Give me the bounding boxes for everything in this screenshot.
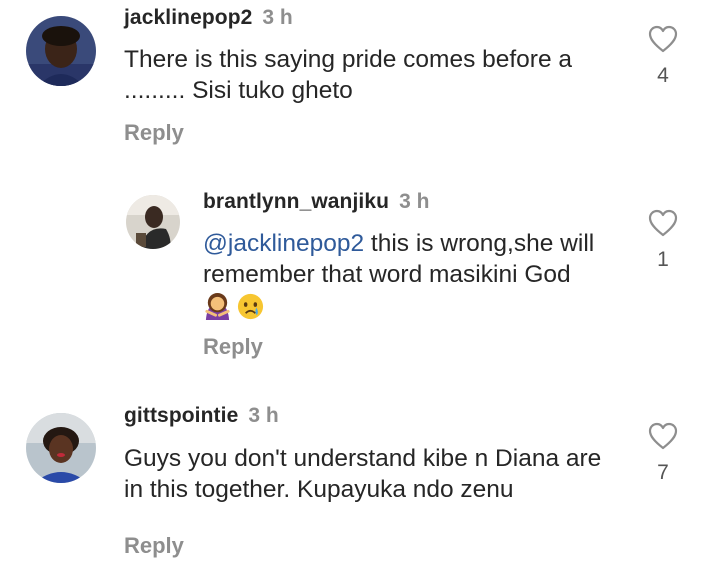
comment-meta: brantlynn_wanjiku 3 h — [203, 190, 429, 214]
like-count: 1 — [657, 248, 669, 271]
like-control: 1 — [643, 208, 683, 272]
like-control: 7 — [643, 421, 683, 485]
comment-meta: gittspointie 3 h — [124, 404, 279, 428]
timestamp: 3 h — [248, 404, 279, 427]
reply-button[interactable]: Reply — [124, 120, 184, 146]
username[interactable]: jacklinepop2 — [124, 6, 252, 29]
comment-text: @jacklinepop2 this is wrong,she will rem… — [203, 228, 633, 321]
comment-text: Guys you don't understand kibe n Diana a… — [124, 445, 602, 503]
comments-screen: jacklinepop2 3 h There is this saying pri… — [0, 0, 720, 582]
avatar[interactable] — [26, 413, 96, 483]
crying-face-emoji — [236, 292, 265, 321]
like-count: 7 — [657, 461, 669, 484]
username[interactable]: gittspointie — [124, 404, 238, 427]
timestamp: 3 h — [262, 6, 293, 29]
comment-text: There is this saying pride comes before … — [124, 46, 573, 104]
mention-link[interactable]: @jacklinepop2 — [203, 230, 364, 257]
reply-button[interactable]: Reply — [124, 533, 184, 559]
username[interactable]: brantlynn_wanjiku — [203, 190, 389, 213]
avatar[interactable] — [26, 16, 96, 86]
comment-meta: jacklinepop2 3 h — [124, 6, 293, 30]
timestamp: 3 h — [399, 190, 430, 213]
like-count: 4 — [657, 64, 669, 87]
heart-outline-icon[interactable] — [647, 24, 679, 54]
avatar[interactable] — [126, 195, 180, 249]
reply-button[interactable]: Reply — [203, 334, 263, 360]
woman-gesturing-no-emoji — [203, 292, 232, 321]
heart-outline-icon[interactable] — [647, 421, 679, 451]
like-control: 4 — [643, 24, 683, 88]
heart-outline-icon[interactable] — [647, 208, 679, 238]
